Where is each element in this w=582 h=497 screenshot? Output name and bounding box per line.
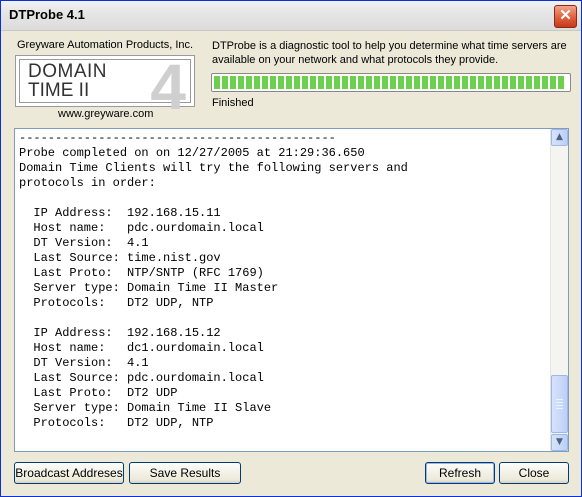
close-icon: ✕	[559, 7, 572, 24]
scroll-thumb[interactable]	[551, 375, 568, 433]
broadcast-addresses-button[interactable]: Broadcast Addreses	[14, 462, 124, 484]
scroll-up-button[interactable]: ▲	[551, 129, 568, 146]
title-bar[interactable]: DTProbe 4.1 ✕	[1, 1, 581, 31]
results-textbox[interactable]: ----------------------------------------…	[14, 128, 569, 452]
save-results-button[interactable]: Save Results	[129, 462, 241, 484]
vertical-scrollbar[interactable]: ▲ ▼	[550, 129, 568, 451]
scroll-down-button[interactable]: ▼	[551, 434, 568, 451]
down-arrow-icon: ▼	[556, 437, 563, 447]
close-window-button[interactable]: ✕	[554, 5, 577, 28]
results-text[interactable]: ----------------------------------------…	[19, 131, 549, 449]
grip-icon	[556, 399, 563, 409]
tool-description: DTProbe is a diagnostic tool to help you…	[212, 40, 567, 66]
window-title: DTProbe 4.1	[9, 7, 85, 22]
company-url: www.greyware.com	[58, 108, 154, 120]
close-button[interactable]: Close	[499, 462, 569, 484]
progress-bar	[211, 73, 571, 92]
domain-time-logo: 4 DOMAIN TIME II	[15, 51, 195, 123]
refresh-button[interactable]: Refresh	[425, 462, 495, 484]
dtprobe-window: DTProbe 4.1 ✕ Greyware Automation Produc…	[0, 0, 582, 497]
logo-line2: TIME II	[28, 80, 90, 101]
up-arrow-icon: ▲	[556, 132, 563, 142]
status-text: Finished	[212, 97, 254, 109]
logo-mark: 4	[150, 51, 186, 123]
progress-fill	[214, 76, 566, 89]
